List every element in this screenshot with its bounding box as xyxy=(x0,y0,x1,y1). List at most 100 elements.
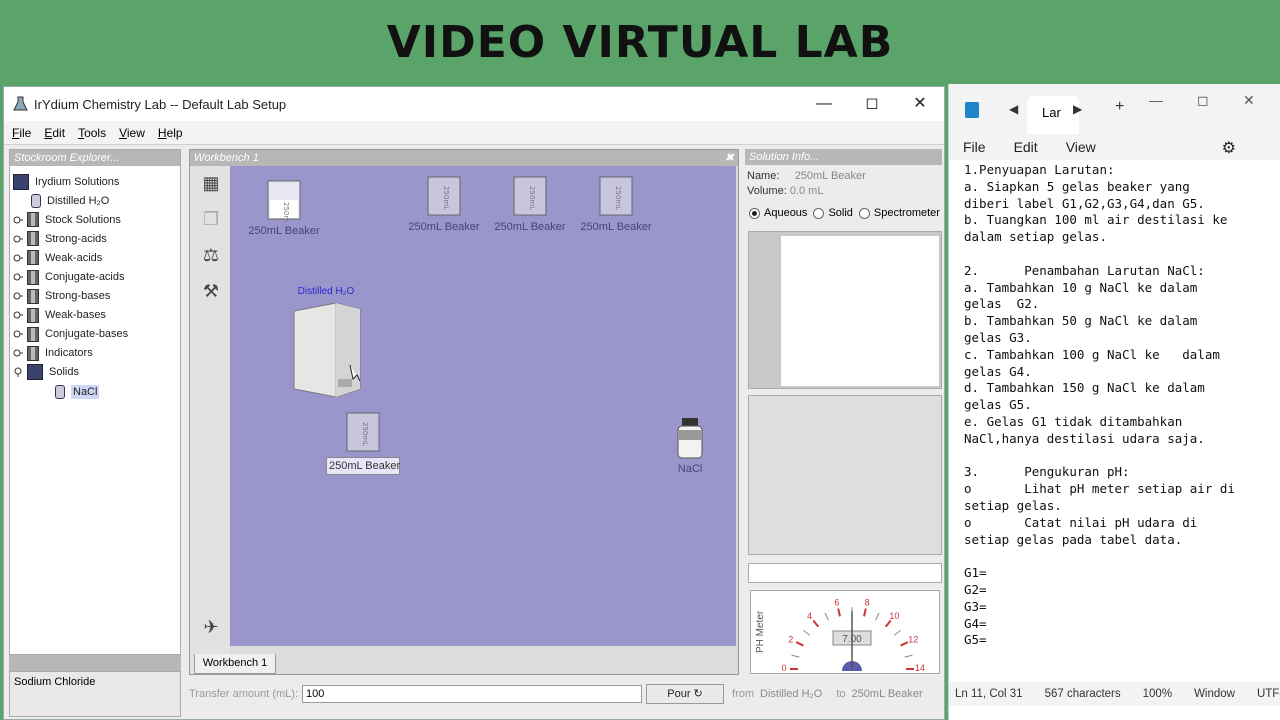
beaker-item[interactable]: 250mL 250mL Beaker xyxy=(406,174,482,233)
minimize-icon[interactable]: — xyxy=(800,87,848,121)
aqueous-contents xyxy=(781,236,939,386)
radio-spectrometer[interactable]: Spectrometer xyxy=(858,207,940,219)
lab-window-title: IrYdium Chemistry Lab -- Default Lab Set… xyxy=(34,96,287,112)
ph-tick xyxy=(874,612,880,621)
maximize-icon[interactable]: ◻ xyxy=(848,87,896,121)
to-label: to xyxy=(836,688,846,700)
banner-title: VIDEO VIRTUAL LAB xyxy=(386,16,894,68)
solution-info-panel: Solution Info... Name: 250mL Beaker Volu… xyxy=(745,149,942,715)
workbench-title: Workbench 1 xyxy=(194,152,259,164)
folder-icon xyxy=(27,288,39,304)
tree-item-weak-bases[interactable]: Weak-bases xyxy=(13,306,180,325)
tree-item-weak-acids[interactable]: Weak-acids xyxy=(13,248,180,267)
stockroom-header: Stockroom Explorer... xyxy=(10,150,180,166)
folder-icon xyxy=(27,326,39,342)
tree-item-distilled-water[interactable]: Distilled H₂O xyxy=(13,191,180,210)
svg-text:250mL: 250mL xyxy=(442,186,450,210)
menu-edit[interactable]: Edit xyxy=(1014,139,1038,155)
tree-item-nacl[interactable]: NaCl xyxy=(13,382,180,401)
glassware-icon[interactable]: ⚖ xyxy=(200,244,222,266)
view-mode-radios: Aqueous Solid Spectrometer xyxy=(745,207,942,219)
menu-view[interactable]: View xyxy=(119,126,145,140)
tree-item-strong-acids[interactable]: Strong-acids xyxy=(13,229,180,248)
workbench-header: Workbench 1 ✖ xyxy=(190,150,738,166)
solution-meta: Name: 250mL Beaker Volume: 0.0 mL xyxy=(745,165,942,199)
tab-scroll-left-icon[interactable]: ◀ xyxy=(1009,102,1018,116)
workbench-panel: Workbench 1 ✖ ▦ ❐ ⚖ ⚒ ✈ 250mL 250mL Beak… xyxy=(189,149,739,675)
collapse-handle-icon[interactable] xyxy=(13,367,23,378)
transfer-amount-input[interactable] xyxy=(302,685,643,703)
tree-item-solids[interactable]: Solids xyxy=(13,363,180,382)
workbench-toolbar: ▦ ❐ ⚖ ⚒ ✈ xyxy=(190,166,230,674)
folder-icon xyxy=(27,269,39,285)
menu-help[interactable]: Help xyxy=(158,126,183,140)
ph-tick-label: 12 xyxy=(908,634,918,644)
stockroom-splitter[interactable] xyxy=(9,655,181,671)
line-ending: Window xyxy=(1194,688,1235,700)
menu-edit[interactable]: Edit xyxy=(44,126,65,140)
nacl-jar[interactable]: NaCl xyxy=(670,416,710,475)
tree-item-strong-bases[interactable]: Strong-bases xyxy=(13,287,180,306)
svg-text:250mL: 250mL xyxy=(614,186,622,210)
menu-file[interactable]: File xyxy=(963,139,986,155)
expand-handle-icon[interactable] xyxy=(13,310,23,320)
tree-item-conjugate-bases[interactable]: Conjugate-bases xyxy=(13,325,180,344)
radio-aqueous[interactable]: Aqueous xyxy=(749,207,807,219)
tools-icon[interactable]: ⚒ xyxy=(200,280,222,302)
close-icon[interactable]: ✕ xyxy=(1243,92,1255,109)
zoom-level: 100% xyxy=(1142,688,1173,700)
duplicate-icon[interactable]: ❐ xyxy=(200,208,222,230)
pour-button[interactable]: Pour ↻ xyxy=(646,684,725,704)
expand-handle-icon[interactable] xyxy=(13,291,23,301)
settings-gear-icon[interactable]: ⚙ xyxy=(1222,138,1236,158)
ph-tick xyxy=(900,641,909,647)
expand-handle-icon[interactable] xyxy=(13,348,23,358)
notepad-tab[interactable]: Lar xyxy=(1027,96,1079,134)
water-tank-icon xyxy=(293,302,361,398)
trash-icon[interactable]: ✈ xyxy=(200,616,222,638)
ph-tick-label: 14 xyxy=(915,663,925,673)
radio-selected-icon xyxy=(749,207,760,219)
stockroom-explorer: Stockroom Explorer... Irydium Solutions … xyxy=(9,149,181,655)
workbench-canvas[interactable]: 250mL 250mL Beaker 250mL 250mL Beaker 25… xyxy=(230,166,736,646)
aqueous-view xyxy=(748,231,942,389)
expand-handle-icon[interactable] xyxy=(13,253,23,263)
minimize-icon[interactable]: — xyxy=(1149,92,1163,108)
tree-item-stock-solutions[interactable]: Stock Solutions xyxy=(13,210,180,229)
ph-tick-label: 0 xyxy=(781,663,786,673)
notepad-menubar: File Edit View ⚙ xyxy=(949,134,1280,160)
tree-item-irydium-solutions[interactable]: Irydium Solutions xyxy=(13,172,180,191)
beaker-item[interactable]: 250mL 250mL Beaker xyxy=(248,178,320,237)
distilled-water-tank[interactable]: Distilled H₂O xyxy=(286,286,366,400)
workbench-close-icon[interactable]: ✖ xyxy=(725,150,734,166)
menu-view[interactable]: View xyxy=(1066,139,1096,155)
maximize-icon[interactable]: ◻ xyxy=(1197,92,1209,109)
expand-handle-icon[interactable] xyxy=(13,215,23,225)
radio-icon xyxy=(813,207,825,219)
lab-menubar: File Edit Tools View Help xyxy=(4,121,944,145)
close-icon[interactable]: ✕ xyxy=(896,87,944,121)
tab-workbench-1[interactable]: Workbench 1 xyxy=(194,654,276,674)
folder-icon xyxy=(27,345,39,361)
flask-app-icon xyxy=(13,96,28,111)
ph-tick-label: 8 xyxy=(865,598,870,608)
tree-item-conjugate-acids[interactable]: Conjugate-acids xyxy=(13,267,180,286)
svg-text:250mL: 250mL xyxy=(528,186,536,210)
solution-info-header: Solution Info... xyxy=(745,149,942,165)
expand-handle-icon[interactable] xyxy=(13,234,23,244)
beaker-item[interactable]: 250mL 250mL Beaker xyxy=(492,174,568,233)
beaker-item-selected[interactable]: 250mL 250mL Beaker xyxy=(326,410,400,475)
tab-scroll-right-icon[interactable]: ▶ xyxy=(1073,102,1082,116)
folder-icon xyxy=(27,212,39,228)
menu-tools[interactable]: Tools xyxy=(78,126,106,140)
expand-handle-icon[interactable] xyxy=(13,329,23,339)
tree-item-indicators[interactable]: Indicators xyxy=(13,344,180,363)
new-tab-icon[interactable]: + xyxy=(1115,98,1124,116)
menu-file[interactable]: File xyxy=(12,126,31,140)
radio-solid[interactable]: Solid xyxy=(813,207,853,219)
ph-tick xyxy=(812,619,820,628)
add-item-icon[interactable]: ▦ xyxy=(200,172,222,194)
beaker-item[interactable]: 250mL 250mL Beaker xyxy=(578,174,654,233)
notepad-text-area[interactable]: 1.Penyuapan Larutan: a. Siapkan 5 gelas … xyxy=(964,162,1279,682)
expand-handle-icon[interactable] xyxy=(13,272,23,282)
